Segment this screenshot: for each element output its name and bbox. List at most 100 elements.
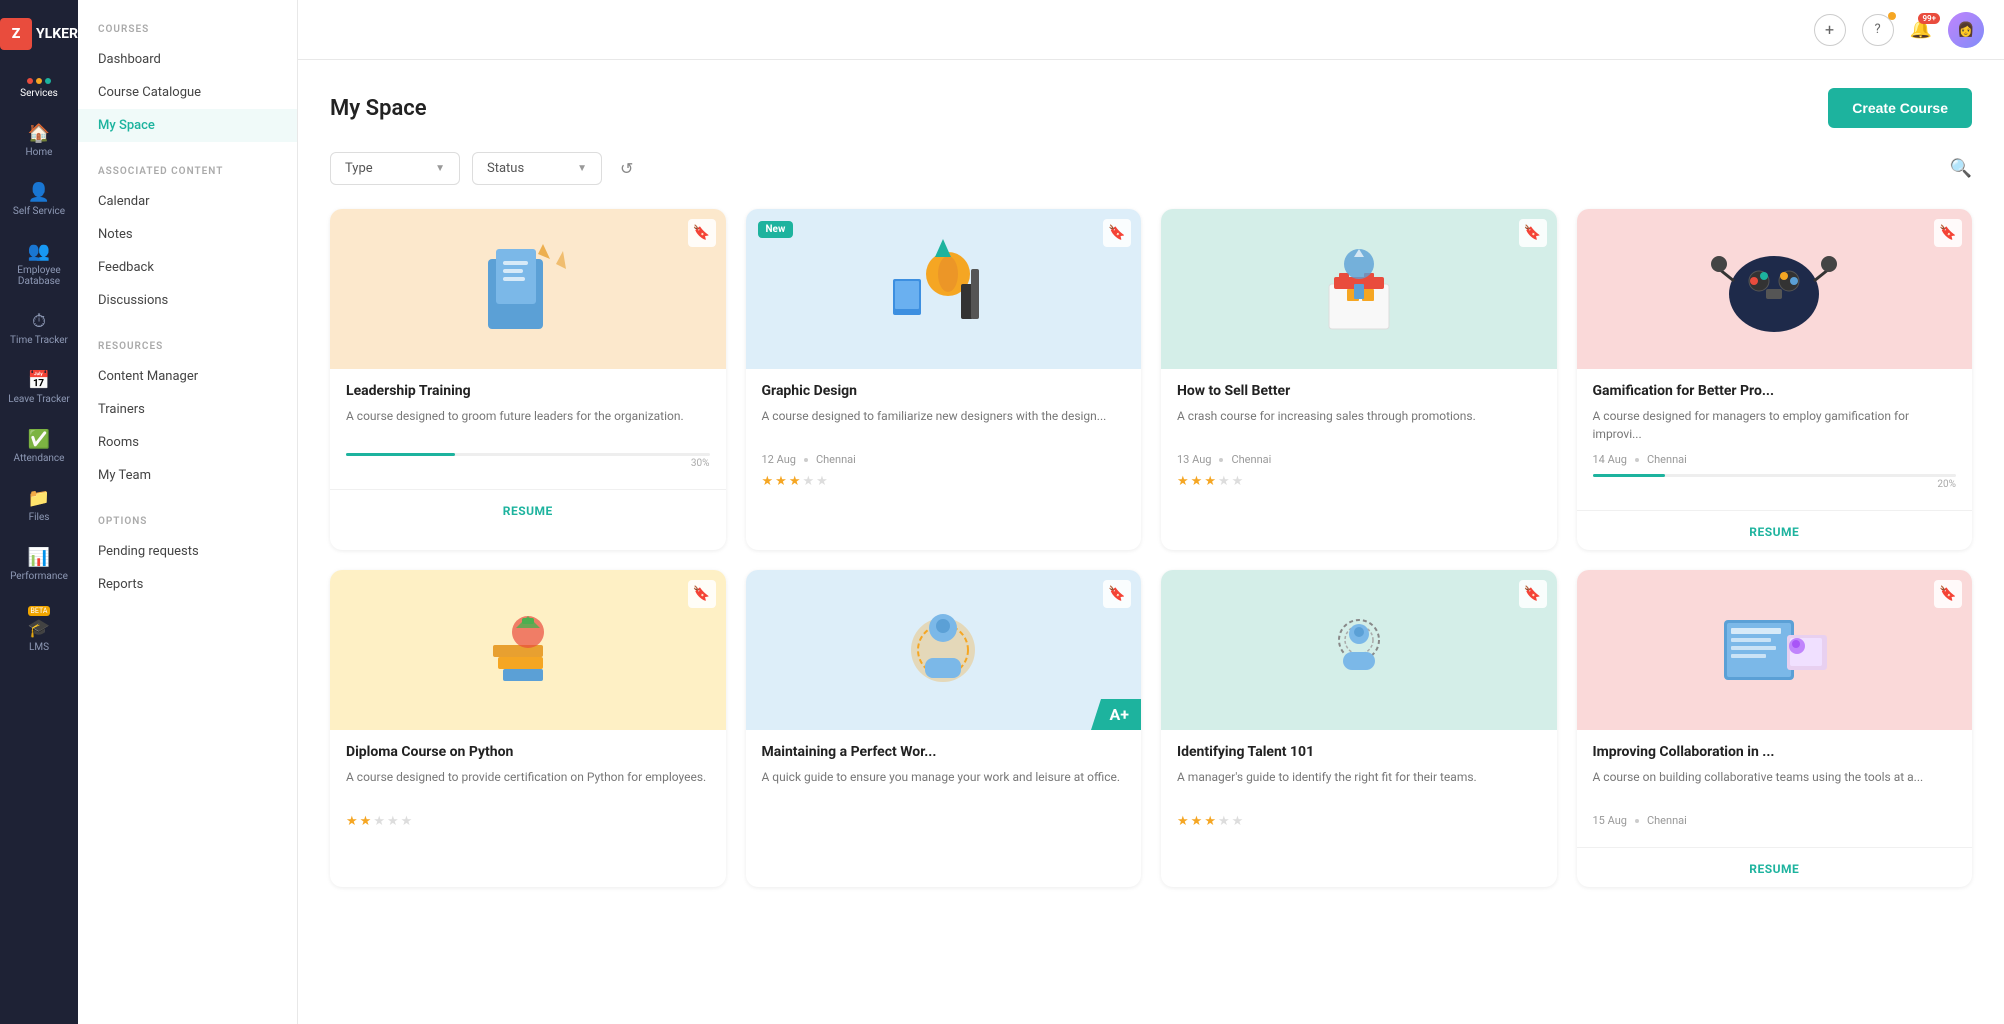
nav-time-tracker[interactable]: ⏱ Time Tracker xyxy=(0,301,78,356)
card-title-3: How to Sell Better xyxy=(1177,383,1541,399)
sidebar-item-calendar[interactable]: Calendar xyxy=(78,185,297,218)
nav-home[interactable]: 🏠 Home xyxy=(0,113,78,168)
search-button[interactable]: 🔍 xyxy=(1950,158,1972,179)
card-location-4: Chennai xyxy=(1647,453,1687,466)
notifications-button[interactable]: 🔔 99+ xyxy=(1910,19,1932,40)
dot-teal xyxy=(45,78,51,84)
bookmark-icon-3[interactable]: 🔖 xyxy=(1519,219,1547,247)
content-area: My Space Create Course Type ▼ Status ▼ ↺… xyxy=(298,60,2004,1024)
nav-employee-db[interactable]: 👥 Employee Database xyxy=(0,231,78,297)
course-card-6[interactable]: A+ 🔖 Maintaining a Perfect Wor... A quic… xyxy=(746,570,1142,887)
nav-leave-tracker[interactable]: 📅 Leave Tracker xyxy=(0,360,78,415)
sidebar-item-feedback[interactable]: Feedback xyxy=(78,251,297,284)
sidebar-item-content-manager[interactable]: Content Manager xyxy=(78,360,297,393)
sidebar-item-discussions[interactable]: Discussions xyxy=(78,284,297,317)
user-avatar[interactable]: 👩 xyxy=(1948,12,1984,48)
card-image-6: A+ 🔖 xyxy=(746,570,1142,730)
bookmark-icon-2[interactable]: 🔖 xyxy=(1103,219,1131,247)
sidebar-section-options-title: OPTIONS xyxy=(78,512,297,535)
nav-lms[interactable]: BETA 🎓 LMS xyxy=(0,596,78,663)
bookmark-icon-7[interactable]: 🔖 xyxy=(1519,580,1547,608)
sidebar-item-dashboard[interactable]: Dashboard xyxy=(78,43,297,76)
card-body-5: Diploma Course on Python A course design… xyxy=(330,730,726,849)
card-title-1: Leadership Training xyxy=(346,383,710,399)
grade-badge-6: A+ xyxy=(1091,699,1141,730)
course-card-7[interactable]: 🔖 Identifying Talent 101 A manager's gui… xyxy=(1161,570,1557,887)
bookmark-icon-1[interactable]: 🔖 xyxy=(688,219,716,247)
card-body-7: Identifying Talent 101 A manager's guide… xyxy=(1161,730,1557,849)
sidebar-item-course-catalogue[interactable]: Course Catalogue xyxy=(78,76,297,109)
card-image-8: 🔖 xyxy=(1577,570,1973,730)
nav-attendance-label: Attendance xyxy=(14,453,65,464)
nav-files-label: Files xyxy=(29,512,50,523)
card-meta-2: 12 Aug Chennai xyxy=(762,453,1126,466)
card-location-8: Chennai xyxy=(1647,814,1687,827)
nav-self-service[interactable]: 👤 Self Service xyxy=(0,172,78,227)
type-chevron-icon: ▼ xyxy=(435,163,445,174)
course-card-5[interactable]: 🔖 Diploma Course on Python A course desi… xyxy=(330,570,726,887)
dot-red xyxy=(27,78,33,84)
course-card-3[interactable]: 🔖 How to Sell Better A crash course for … xyxy=(1161,209,1557,550)
filters-bar: Type ▼ Status ▼ ↺ 🔍 xyxy=(330,152,1972,185)
card-desc-3: A crash course for increasing sales thro… xyxy=(1177,407,1541,443)
status-chevron-icon: ▼ xyxy=(577,163,587,174)
add-button[interactable]: + xyxy=(1814,14,1846,46)
sidebar-item-my-space[interactable]: My Space xyxy=(78,109,297,142)
resume-btn-8[interactable]: RESUME xyxy=(1749,862,1799,876)
nav-self-service-label: Self Service xyxy=(13,206,65,217)
sidebar-item-notes[interactable]: Notes xyxy=(78,218,297,251)
card-body-2: Graphic Design A course designed to fami… xyxy=(746,369,1142,509)
progress-bar-1 xyxy=(346,453,710,456)
content-header: My Space Create Course xyxy=(330,88,1972,128)
sidebar-item-rooms[interactable]: Rooms xyxy=(78,426,297,459)
status-filter[interactable]: Status ▼ xyxy=(472,152,602,185)
progress-label-4: 20% xyxy=(1593,479,1957,490)
course-card-4[interactable]: 🔖 Gamification for Better Pro... A cours… xyxy=(1577,209,1973,550)
help-button[interactable]: ? xyxy=(1862,14,1894,46)
card-meta-3: 13 Aug Chennai xyxy=(1177,453,1541,466)
bookmark-icon-8[interactable]: 🔖 xyxy=(1934,580,1962,608)
card-footer-1[interactable]: RESUME xyxy=(330,489,726,529)
course-card-2[interactable]: New 🔖 Graphic Design A course designed xyxy=(746,209,1142,550)
nav-employee-db-label: Employee Database xyxy=(6,265,72,287)
sidebar-item-trainers[interactable]: Trainers xyxy=(78,393,297,426)
card-body-6: Maintaining a Perfect Wor... A quick gui… xyxy=(746,730,1142,826)
bookmark-icon-6[interactable]: 🔖 xyxy=(1103,580,1131,608)
bookmark-icon-4[interactable]: 🔖 xyxy=(1934,219,1962,247)
course-card-1[interactable]: 🔖 Leadership Training A course designed … xyxy=(330,209,726,550)
sidebar-item-my-team[interactable]: My Team xyxy=(78,459,297,492)
create-course-button[interactable]: Create Course xyxy=(1828,88,1972,128)
card-body-3: How to Sell Better A crash course for in… xyxy=(1161,369,1557,509)
worklife-illus xyxy=(883,590,1003,710)
status-filter-label: Status xyxy=(487,161,524,176)
courses-grid: 🔖 Leadership Training A course designed … xyxy=(330,209,1972,887)
python-illus xyxy=(468,590,588,710)
card-footer-8[interactable]: RESUME xyxy=(1577,847,1973,887)
card-meta-4: 14 Aug Chennai xyxy=(1593,453,1957,466)
progress-fill-4 xyxy=(1593,474,1666,477)
nav-files[interactable]: 📁 Files xyxy=(0,478,78,533)
nav-services[interactable]: Services xyxy=(0,68,78,109)
topbar: + ? 🔔 99+ 👩 xyxy=(298,0,2004,60)
sidebar-section-courses-title: COURSES xyxy=(78,20,297,43)
course-card-8[interactable]: 🔖 Improving Collaboration in ... A cours… xyxy=(1577,570,1973,887)
sidebar-item-pending-requests[interactable]: Pending requests xyxy=(78,535,297,568)
nav-performance[interactable]: 📊 Performance xyxy=(0,537,78,592)
resume-btn-1[interactable]: RESUME xyxy=(503,504,553,518)
type-filter[interactable]: Type ▼ xyxy=(330,152,460,185)
dot-sep-8 xyxy=(1635,819,1639,823)
progress-bar-4 xyxy=(1593,474,1957,477)
card-image-7: 🔖 xyxy=(1161,570,1557,730)
sidebar-item-reports[interactable]: Reports xyxy=(78,568,297,601)
resume-btn-4[interactable]: RESUME xyxy=(1749,525,1799,539)
lms-icon: 🎓 xyxy=(28,618,50,639)
page-title: My Space xyxy=(330,96,427,121)
perf-icon: 📊 xyxy=(28,547,50,568)
bookmark-icon-5[interactable]: 🔖 xyxy=(688,580,716,608)
sidebar-section-associated: ASSOCIATED CONTENT Calendar Notes Feedba… xyxy=(78,162,297,317)
card-footer-4[interactable]: RESUME xyxy=(1577,510,1973,550)
refresh-button[interactable]: ↺ xyxy=(614,153,639,184)
nav-attendance[interactable]: ✅ Attendance xyxy=(0,419,78,474)
progress-fill-1 xyxy=(346,453,455,456)
logo-area: Z YLKER xyxy=(0,10,78,66)
